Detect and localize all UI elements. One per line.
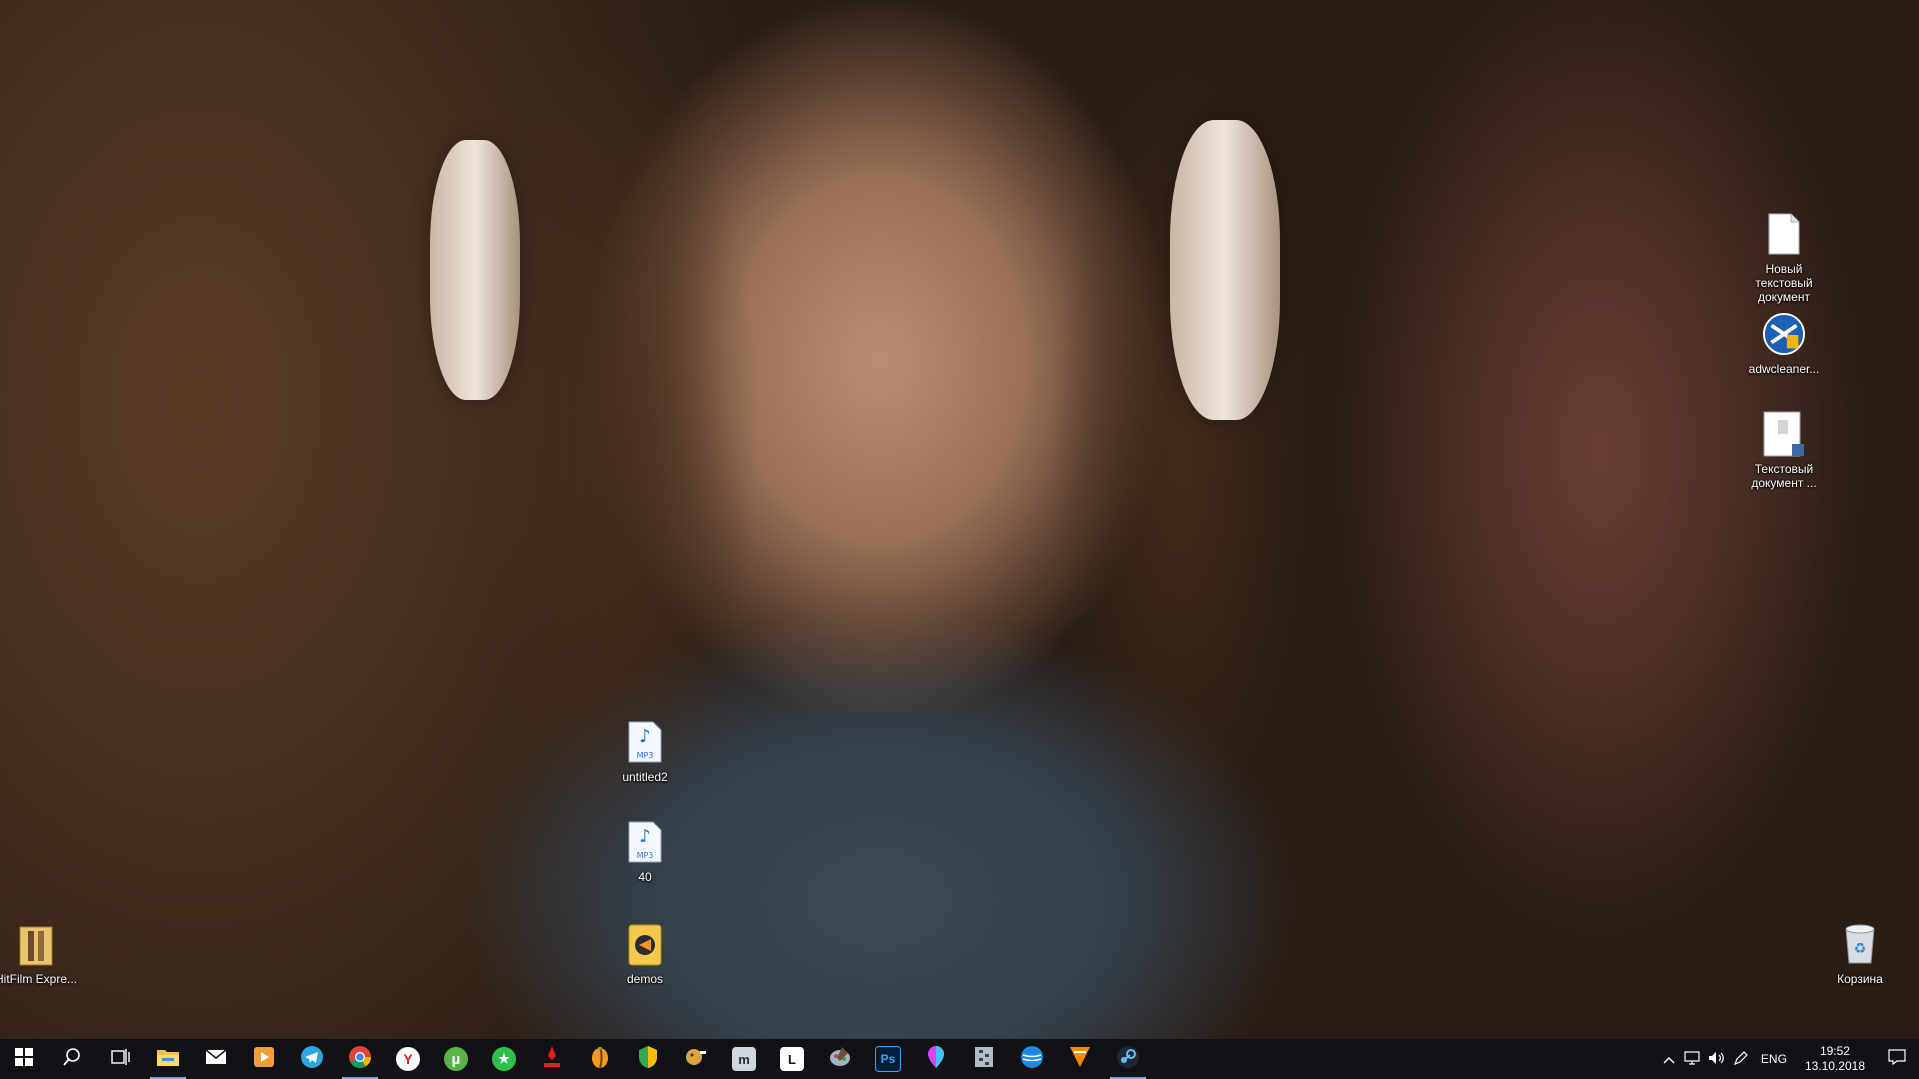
taskbar-app-vlc-app[interactable] xyxy=(1056,1039,1104,1079)
desktop-icon-text-document[interactable]: Текстовый документ ... xyxy=(1742,410,1826,490)
shield-icon xyxy=(637,1045,659,1073)
action-center-button[interactable] xyxy=(1875,1039,1919,1079)
mp3-file-icon: ♪ MP3 xyxy=(623,818,667,866)
desktop-icon-label: Новый текстовый документ xyxy=(1755,262,1813,304)
taskbar-app-fl-studio[interactable] xyxy=(576,1039,624,1079)
cone-icon xyxy=(1069,1045,1091,1073)
taskbar-app-utorrent[interactable]: µ xyxy=(432,1039,480,1079)
taskbar-app-game-app[interactable] xyxy=(672,1039,720,1079)
archive-icon xyxy=(973,1045,995,1073)
game-icon xyxy=(684,1045,708,1073)
taskbar-app-chrome[interactable] xyxy=(336,1039,384,1079)
taskbar-app-paint-app[interactable] xyxy=(816,1039,864,1079)
text-document-icon xyxy=(1762,410,1806,458)
pen-workspace-button[interactable] xyxy=(1729,1039,1753,1079)
taskbar-app-browser-app[interactable] xyxy=(1008,1039,1056,1079)
chevron-up-icon xyxy=(1663,1052,1675,1067)
telegram-icon xyxy=(300,1045,324,1073)
clock[interactable]: 19:52 13.10.2018 xyxy=(1795,1044,1875,1074)
desktop-icon-demos[interactable]: demos xyxy=(603,920,687,986)
desktop-icon-untitled2[interactable]: ♪ MP3 untitled2 xyxy=(603,718,687,784)
adwcleaner-icon xyxy=(1762,310,1806,358)
windows-logo-icon xyxy=(15,1048,33,1070)
network-icon xyxy=(1684,1050,1702,1068)
desktop-icon-adwcleaner[interactable]: adwcleaner... xyxy=(1742,310,1826,376)
taskbar-app-red-app[interactable] xyxy=(528,1039,576,1079)
chrome-icon xyxy=(348,1045,372,1073)
taskbar-app-telegram[interactable] xyxy=(288,1039,336,1079)
svg-text:♻: ♻ xyxy=(1854,941,1867,957)
desktop-icon-recycle-bin[interactable]: ♻ Корзина xyxy=(1818,920,1902,986)
desktop-icon-label: Корзина xyxy=(1837,972,1883,986)
notification-icon xyxy=(1888,1048,1906,1070)
taskbar-app-green-app[interactable]: ★ xyxy=(480,1039,528,1079)
folder-icon xyxy=(623,920,667,968)
red-app-icon xyxy=(541,1045,563,1073)
start-button[interactable] xyxy=(0,1039,48,1079)
lightroom-icon: L xyxy=(780,1047,804,1071)
svg-text:MP3: MP3 xyxy=(637,851,654,860)
volume-button[interactable] xyxy=(1705,1039,1729,1079)
taskbar-app-lightroom[interactable]: L xyxy=(768,1039,816,1079)
taskbar-app-vpn-shield[interactable] xyxy=(624,1039,672,1079)
wallpaper-headphone-right xyxy=(1170,120,1280,420)
task-view-button[interactable] xyxy=(96,1039,144,1079)
yandex-browser-icon: Y xyxy=(396,1047,420,1071)
taskbar-app-file-explorer[interactable] xyxy=(144,1039,192,1079)
recycle-bin-icon: ♻ xyxy=(1838,920,1882,968)
svg-text:♪: ♪ xyxy=(639,826,651,847)
paint-palette-icon xyxy=(828,1045,852,1073)
taskbar-app-steam[interactable] xyxy=(1104,1039,1152,1079)
task-view-icon xyxy=(110,1048,130,1070)
clock-date: 13.10.2018 xyxy=(1804,1059,1865,1073)
desktop-icon-40[interactable]: ♪ MP3 40 xyxy=(603,818,687,884)
system-tray: ENG 19:52 13.10.2018 xyxy=(1657,1039,1919,1079)
desktop: Новый текстовый документ adwcleaner... Т… xyxy=(0,0,1919,1039)
speaker-icon xyxy=(1708,1051,1726,1068)
taskbar-app-media-player[interactable] xyxy=(240,1039,288,1079)
input-language[interactable]: ENG xyxy=(1753,1052,1795,1066)
mail-icon xyxy=(205,1049,227,1069)
star-app-icon: ★ xyxy=(492,1047,516,1071)
taskbar-app-archive-app[interactable] xyxy=(960,1039,1008,1079)
mp3-file-icon: ♪ MP3 xyxy=(623,718,667,766)
desktop-icon-label: untitled2 xyxy=(622,770,668,784)
taskbar-app-maps-app[interactable] xyxy=(912,1039,960,1079)
desktop-icon-label: demos xyxy=(626,972,664,986)
svg-text:MP3: MP3 xyxy=(637,751,654,760)
network-button[interactable] xyxy=(1681,1039,1705,1079)
desktop-icon-label: HitFilm Expre... xyxy=(0,972,77,986)
desktop-icon-label: adwcleaner... xyxy=(1748,362,1820,376)
desktop-icon-label: 40 xyxy=(638,870,652,884)
utorrent-icon: µ xyxy=(444,1047,468,1071)
svg-text:♪: ♪ xyxy=(639,726,651,747)
photoshop-icon: Ps xyxy=(875,1046,901,1072)
media-player-icon xyxy=(253,1046,275,1072)
pen-icon xyxy=(1733,1050,1749,1069)
map-pin-icon xyxy=(926,1045,946,1073)
text-document-icon xyxy=(1762,210,1806,258)
hitfilm-icon xyxy=(14,920,58,968)
steam-icon xyxy=(1116,1045,1140,1073)
fl-studio-icon xyxy=(589,1045,611,1073)
taskbar-app-mail[interactable] xyxy=(192,1039,240,1079)
globe-icon xyxy=(1020,1045,1044,1073)
taskbar-app-yandex-browser[interactable]: Y xyxy=(384,1039,432,1079)
mo-app-icon: m xyxy=(732,1047,756,1071)
clock-time: 19:52 xyxy=(1819,1044,1850,1058)
taskbar: Y µ ★ m L Ps ENG 19:52 13.10.2018 xyxy=(0,1039,1919,1079)
search-icon xyxy=(63,1048,81,1070)
desktop-icon-label: Текстовый документ ... xyxy=(1751,462,1817,490)
search-button[interactable] xyxy=(48,1039,96,1079)
desktop-icon-hitfilm[interactable]: HitFilm Expre... xyxy=(0,920,78,986)
show-hidden-icons-button[interactable] xyxy=(1657,1039,1681,1079)
desktop-icon-new-text-document[interactable]: Новый текстовый документ xyxy=(1742,210,1826,304)
wallpaper-headphone-left xyxy=(430,140,520,400)
taskbar-app-photoshop[interactable]: Ps xyxy=(864,1039,912,1079)
folder-icon xyxy=(156,1047,180,1071)
taskbar-app-mo-app[interactable]: m xyxy=(720,1039,768,1079)
